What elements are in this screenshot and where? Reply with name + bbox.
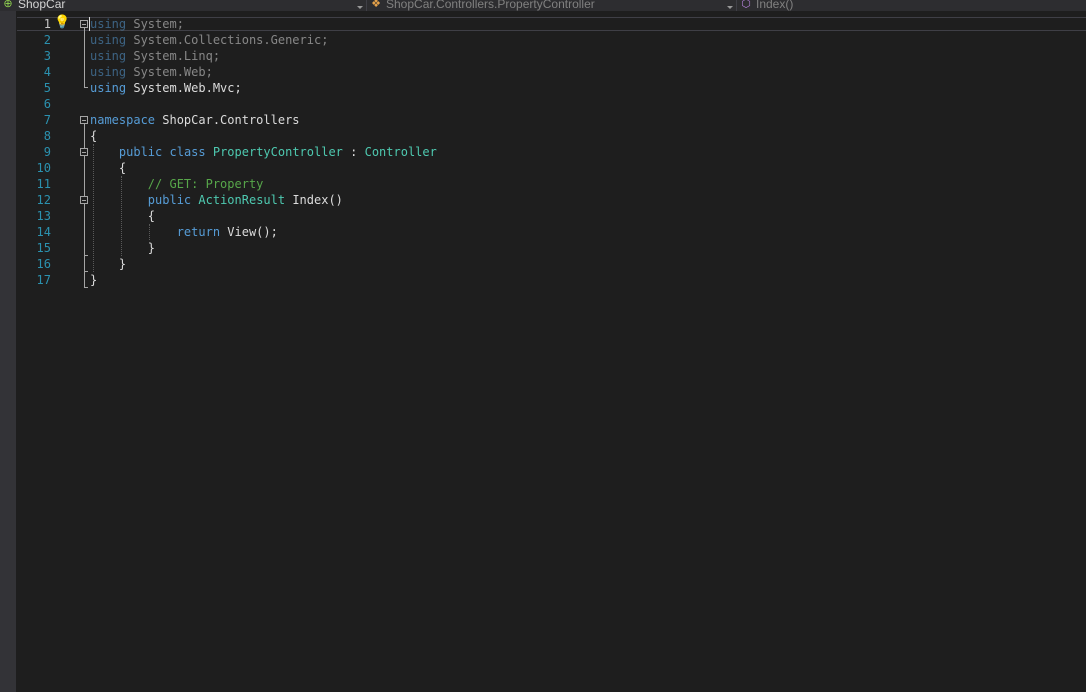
- class-dropdown-label: ShopCar.Controllers.PropertyController: [386, 0, 595, 11]
- line-number: 1: [43, 17, 51, 31]
- code-token: using: [90, 33, 127, 47]
- code-token: using: [90, 49, 127, 63]
- lightbulb-icon[interactable]: 💡: [54, 16, 70, 30]
- class-dropdown[interactable]: ❖ ShopCar.Controllers.PropertyController: [370, 0, 732, 11]
- line-number: 8: [43, 129, 51, 143]
- code-token: Controller: [364, 145, 437, 159]
- code-line[interactable]: }: [90, 240, 155, 256]
- collapse-minus-icon[interactable]: [80, 148, 88, 156]
- line-number: 7: [43, 113, 51, 127]
- code-token: using: [90, 65, 127, 79]
- code-token: return: [176, 225, 221, 239]
- fold-end: [84, 87, 88, 88]
- code-token: class: [169, 145, 206, 159]
- code-token: using: [90, 17, 127, 31]
- code-token: PropertyController: [212, 145, 343, 159]
- code-token: }: [90, 241, 156, 255]
- code-token: ActionResult: [198, 193, 286, 207]
- project-dropdown[interactable]: ⊕ ShopCar: [2, 0, 362, 11]
- member-dropdown-label: Index(): [756, 0, 794, 11]
- code-token: System.Linq;: [126, 49, 221, 63]
- structure-guide: [93, 144, 94, 272]
- code-token: namespace: [90, 113, 156, 127]
- code-token: System;: [126, 17, 184, 31]
- line-number: 6: [43, 97, 51, 111]
- chevron-down-icon[interactable]: [727, 6, 733, 9]
- collapse-minus-icon[interactable]: [80, 196, 88, 204]
- structure-guide: [121, 176, 122, 256]
- code-line[interactable]: using System.Linq;: [90, 48, 220, 64]
- code-line[interactable]: return View();: [90, 224, 278, 240]
- fold-end: [84, 271, 88, 272]
- code-line[interactable]: using System.Web;: [90, 64, 213, 80]
- line-number: 4: [43, 65, 51, 79]
- line-number: 15: [36, 241, 51, 255]
- line-number: 10: [36, 161, 51, 175]
- method-icon: ⬡: [741, 0, 751, 10]
- code-line[interactable]: public ActionResult Index(): [90, 192, 343, 208]
- fold-end: [84, 287, 88, 288]
- class-icon: ❖: [371, 0, 381, 10]
- code-token: :: [342, 145, 365, 159]
- line-number: 13: [36, 209, 51, 223]
- code-line[interactable]: {: [90, 160, 126, 176]
- line-number: 3: [43, 49, 51, 63]
- code-token: using: [90, 81, 127, 95]
- code-line[interactable]: // GET: Property: [90, 176, 264, 192]
- line-number: 12: [36, 193, 51, 207]
- code-token: }: [90, 257, 127, 271]
- code-token: System.Web;: [126, 65, 213, 79]
- code-line[interactable]: using System.Collections.Generic;: [90, 32, 328, 48]
- code-token: {: [90, 161, 127, 175]
- code-token: {: [90, 129, 98, 143]
- code-token: Index(): [285, 193, 343, 207]
- line-number: 2: [43, 33, 51, 47]
- collapse-minus-icon[interactable]: [80, 20, 88, 28]
- code-line[interactable]: public class PropertyController : Contro…: [90, 144, 437, 160]
- code-token: public: [118, 145, 163, 159]
- code-token: View();: [220, 225, 278, 239]
- code-token: System.Collections.Generic;: [126, 33, 329, 47]
- line-number: 16: [36, 257, 51, 271]
- chevron-down-icon[interactable]: [357, 6, 363, 9]
- code-token: System.Web.Mvc;: [126, 81, 242, 95]
- code-token: }: [90, 273, 98, 287]
- glyph-margin[interactable]: [0, 11, 16, 692]
- code-line[interactable]: using System;: [90, 16, 184, 32]
- divider: [736, 0, 737, 11]
- fold-end: [84, 255, 88, 256]
- code-token: public: [147, 193, 192, 207]
- code-line[interactable]: {: [90, 208, 155, 224]
- code-token: ShopCar.Controllers: [155, 113, 300, 127]
- code-line[interactable]: }: [90, 272, 97, 288]
- member-dropdown[interactable]: ⬡ Index(): [740, 0, 1086, 11]
- line-number: 14: [36, 225, 51, 239]
- line-number: 9: [43, 145, 51, 159]
- code-line[interactable]: {: [90, 128, 97, 144]
- code-token: {: [90, 209, 156, 223]
- divider: [366, 0, 367, 11]
- navigation-bar: ⊕ ShopCar ❖ ShopCar.Controllers.Property…: [0, 0, 1086, 11]
- fold-line: [84, 28, 85, 88]
- structure-guide: [149, 224, 150, 240]
- text-caret: [89, 17, 90, 31]
- code-line[interactable]: }: [90, 256, 126, 272]
- code-line[interactable]: using System.Web.Mvc;: [90, 80, 242, 96]
- code-token: // GET: Property: [147, 177, 264, 191]
- csharp-project-icon: ⊕: [3, 0, 13, 10]
- line-number: 5: [43, 81, 51, 95]
- line-number: 11: [36, 177, 51, 191]
- project-dropdown-label: ShopCar: [18, 0, 66, 11]
- collapse-minus-icon[interactable]: [80, 116, 88, 124]
- line-number: 17: [36, 273, 51, 287]
- code-line[interactable]: namespace ShopCar.Controllers: [90, 112, 300, 128]
